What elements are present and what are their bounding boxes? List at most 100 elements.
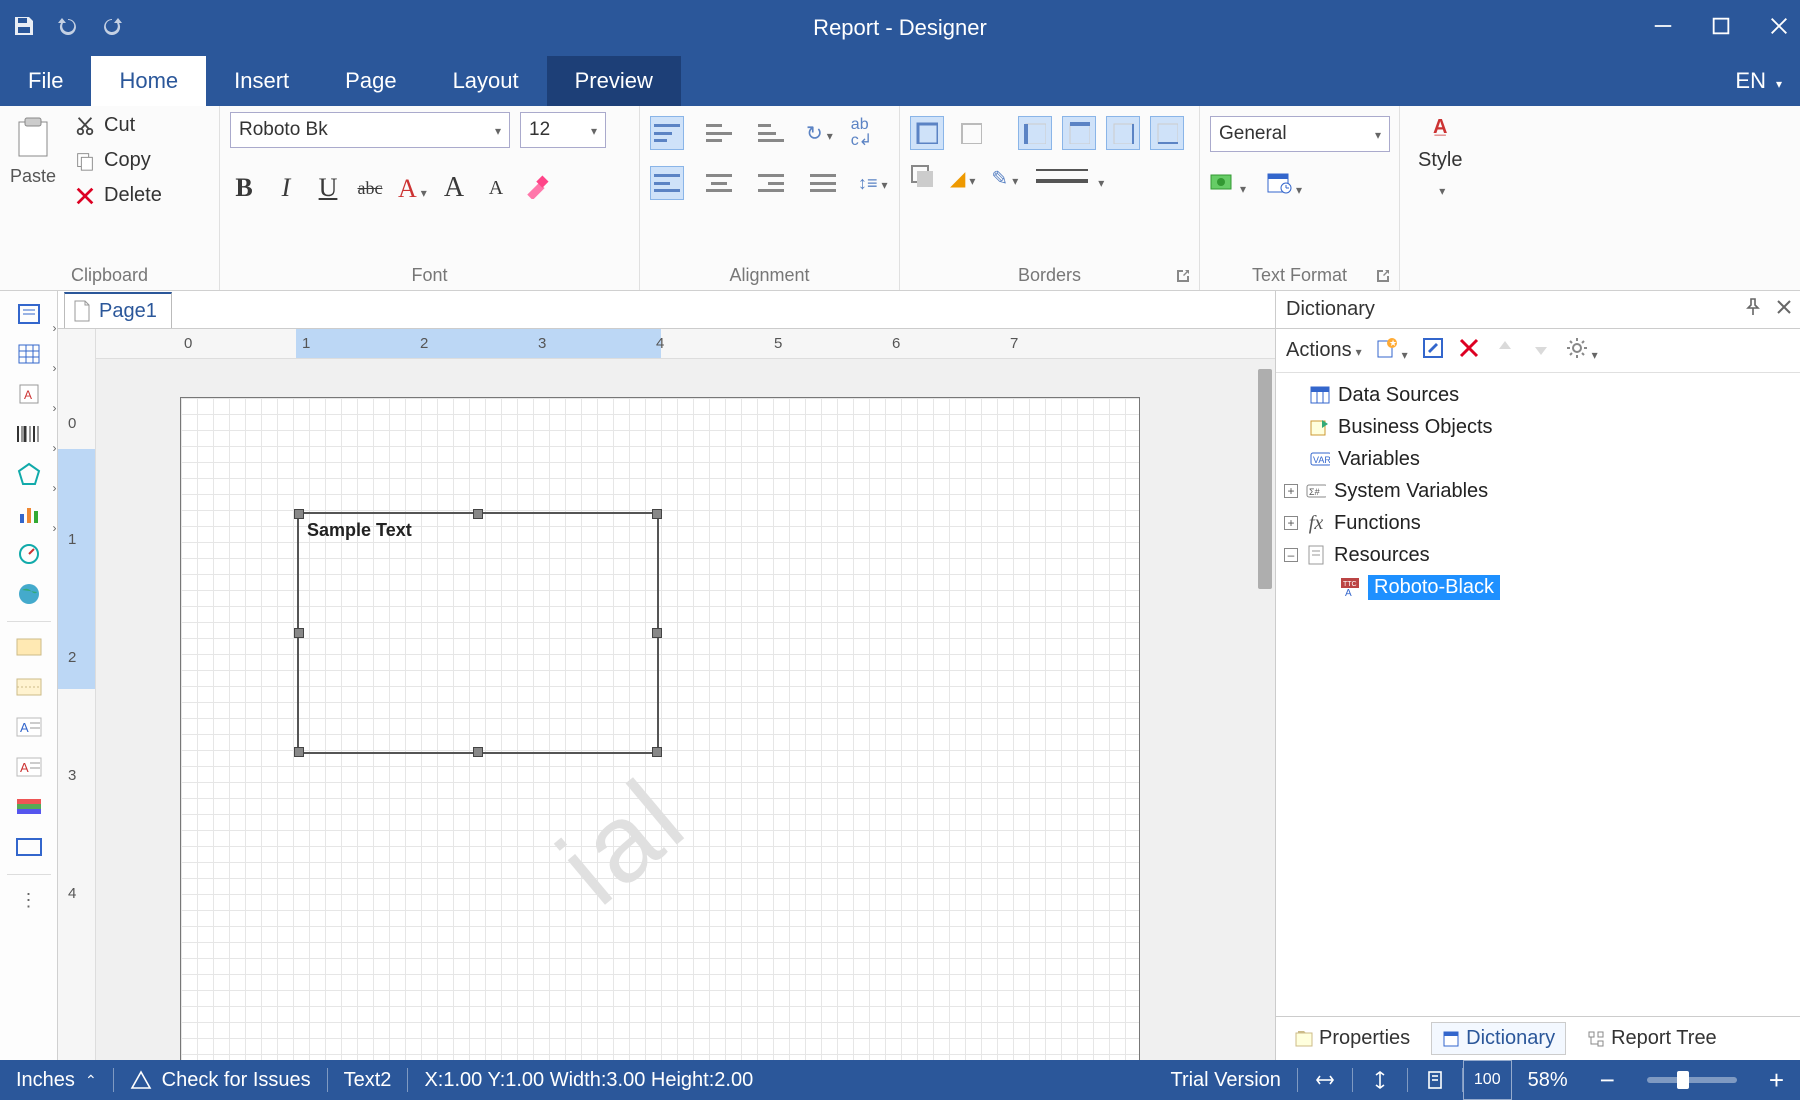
border-bottom-button[interactable] [1150, 116, 1184, 150]
edit-item-button[interactable] [1422, 337, 1444, 364]
align-horizontal-button[interactable] [1298, 1060, 1352, 1100]
zoom-slider[interactable] [1631, 1060, 1753, 1100]
save-icon[interactable] [12, 14, 36, 43]
tool-band-data[interactable] [7, 668, 51, 706]
undo-icon[interactable] [56, 14, 80, 43]
tab-layout[interactable]: Layout [425, 56, 547, 106]
align-left-button[interactable] [650, 166, 684, 200]
tool-band-empty[interactable] [7, 828, 51, 866]
dictionary-tree[interactable]: Data Sources Business Objects VARVariabl… [1276, 373, 1800, 1016]
text-component[interactable]: Sample Text [297, 512, 659, 754]
clear-formatting-button[interactable] [524, 173, 550, 204]
panel-close-icon[interactable] [1776, 298, 1792, 322]
report-page[interactable]: ial Sample Text [180, 397, 1140, 1060]
page-view-button[interactable] [1408, 1060, 1462, 1100]
font-size-combo[interactable]: 12 [520, 112, 606, 148]
tab-preview[interactable]: Preview [547, 56, 681, 106]
border-none-button[interactable] [954, 116, 988, 150]
grow-font-button[interactable]: A [440, 172, 468, 204]
units-selector[interactable]: Inches ⌃ [0, 1060, 113, 1100]
zoom-in-button[interactable]: + [1753, 1060, 1800, 1100]
bottom-tab-report-tree[interactable]: Report Tree [1576, 1022, 1728, 1055]
bottom-tab-dictionary[interactable]: Dictionary [1431, 1022, 1566, 1055]
new-item-button[interactable]: ★ [1376, 337, 1408, 364]
tool-band-header[interactable] [7, 628, 51, 666]
style-gallery-button[interactable]: A̲ Style [1400, 106, 1480, 210]
paste-button[interactable]: Paste [10, 116, 56, 187]
node-variables[interactable]: VARVariables [1284, 443, 1792, 475]
line-spacing-button[interactable]: ↕≡ [858, 173, 888, 194]
fill-color-button[interactable]: ◢ [950, 166, 975, 191]
tool-more[interactable]: ⋮ [7, 881, 51, 919]
vertical-ruler[interactable]: 0 1 2 3 4 [58, 329, 96, 1060]
minimize-icon[interactable] [1652, 15, 1674, 42]
bottom-tab-properties[interactable]: Properties [1284, 1022, 1421, 1055]
border-all-button[interactable] [910, 116, 944, 150]
tool-text[interactable]: › [7, 295, 51, 333]
canvas-scrollbar[interactable] [1255, 359, 1275, 1060]
font-name-combo[interactable]: Roboto Bk [230, 112, 510, 148]
zoom-box[interactable]: 100 [1463, 1060, 1512, 1100]
align-bottom-button[interactable] [754, 116, 788, 150]
actions-dropdown[interactable]: Actions [1286, 339, 1362, 362]
tool-band-colors[interactable] [7, 788, 51, 826]
tool-band-a2[interactable]: A [7, 748, 51, 786]
tool-gauge[interactable] [7, 535, 51, 573]
tool-map[interactable] [7, 575, 51, 613]
textformat-dialog-launcher-icon[interactable] [1375, 268, 1391, 284]
copy-button[interactable]: Copy [68, 147, 168, 174]
maximize-icon[interactable] [1710, 15, 1732, 42]
node-system-variables[interactable]: +Σ#System Variables [1284, 475, 1792, 507]
close-icon[interactable] [1768, 15, 1790, 42]
rotate-button[interactable]: ↻ [806, 121, 833, 146]
tab-page[interactable]: Page [317, 56, 424, 106]
tab-home[interactable]: Home [91, 56, 206, 106]
zoom-percent[interactable]: 58% [1512, 1060, 1584, 1100]
node-roboto-black[interactable]: TTCARoboto-Black [1284, 571, 1792, 603]
tool-richtext[interactable]: A› [7, 375, 51, 413]
node-functions[interactable]: +fxFunctions [1284, 507, 1792, 539]
language-selector[interactable]: EN [1735, 56, 1782, 106]
border-style-button[interactable] [1034, 165, 1104, 192]
underline-button[interactable]: U [314, 173, 342, 203]
shrink-font-button[interactable]: A [482, 177, 510, 200]
tool-chart[interactable]: › [7, 495, 51, 533]
pin-icon[interactable] [1744, 298, 1762, 322]
move-down-button[interactable] [1530, 337, 1552, 364]
delete-button[interactable]: Delete [68, 182, 168, 209]
shadow-button[interactable] [910, 164, 934, 193]
redo-icon[interactable] [100, 14, 124, 43]
node-resources[interactable]: –Resources [1284, 539, 1792, 571]
align-center-button[interactable] [702, 166, 736, 200]
horizontal-ruler[interactable]: 0 1 2 3 4 5 6 7 [96, 329, 1275, 359]
border-right-button[interactable] [1106, 116, 1140, 150]
currency-format-button[interactable] [1210, 171, 1246, 198]
border-left-button[interactable] [1018, 116, 1052, 150]
align-middle-button[interactable] [702, 116, 736, 150]
format-combo[interactable]: General [1210, 116, 1390, 152]
wrap-text-button[interactable]: abc↲ [851, 117, 872, 149]
node-business-objects[interactable]: Business Objects [1284, 411, 1792, 443]
zoom-out-button[interactable]: − [1584, 1060, 1631, 1100]
tool-table[interactable]: › [7, 335, 51, 373]
settings-button[interactable] [1566, 337, 1598, 364]
align-justify-button[interactable] [806, 166, 840, 200]
delete-item-button[interactable] [1458, 337, 1480, 364]
tool-band-a1[interactable]: A [7, 708, 51, 746]
tab-insert[interactable]: Insert [206, 56, 317, 106]
border-color-button[interactable]: ✎ [991, 166, 1018, 191]
font-color-button[interactable]: A [398, 173, 426, 204]
border-top-button[interactable] [1062, 116, 1096, 150]
move-up-button[interactable] [1494, 337, 1516, 364]
strike-button[interactable]: abc [356, 178, 384, 199]
tab-file[interactable]: File [0, 56, 91, 106]
tool-shape[interactable]: › [7, 455, 51, 493]
align-vertical-button[interactable] [1353, 1060, 1407, 1100]
date-format-button[interactable] [1266, 170, 1302, 199]
node-data-sources[interactable]: Data Sources [1284, 379, 1792, 411]
design-canvas[interactable]: ial Sample Text [96, 359, 1275, 1060]
cut-button[interactable]: Cut [68, 112, 168, 139]
italic-button[interactable]: I [272, 173, 300, 203]
borders-dialog-launcher-icon[interactable] [1175, 268, 1191, 284]
tool-barcode[interactable]: › [7, 415, 51, 453]
